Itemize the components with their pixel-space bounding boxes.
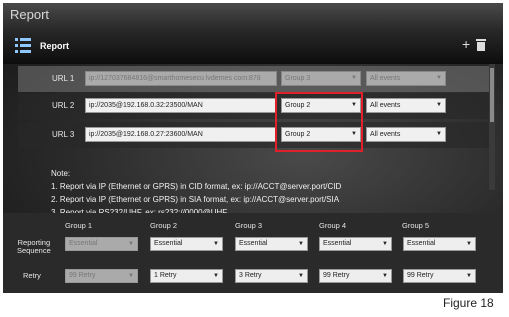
sequence-select-group-1[interactable]: Essential ▼ bbox=[65, 237, 138, 251]
reporting-sequence-label: Reporting Sequence bbox=[17, 239, 51, 255]
retry-select-group-1[interactable]: 99 Retry ▼ bbox=[65, 269, 138, 283]
sequence-select-group-2[interactable]: Essential ▼ bbox=[150, 237, 223, 251]
url-3-events-value: All events bbox=[370, 131, 401, 138]
url-2-input[interactable]: ip://2035@192.168.0.32:23500/MAN bbox=[85, 98, 277, 113]
chevron-down-icon: ▼ bbox=[298, 241, 304, 247]
chevron-down-icon: ▼ bbox=[382, 241, 388, 247]
retry-label: Retry bbox=[23, 271, 41, 280]
figure-caption: Figure 18 bbox=[443, 296, 494, 310]
sequence-value-4: Essential bbox=[323, 240, 352, 247]
chevron-down-icon: ▼ bbox=[351, 75, 357, 81]
sequence-select-group-4[interactable]: Essential ▼ bbox=[319, 237, 392, 251]
chevron-down-icon: ▼ bbox=[213, 273, 219, 279]
window-title: Report bbox=[10, 7, 50, 22]
sequence-value-1: Essential bbox=[69, 240, 98, 247]
url-2-label: URL 2 bbox=[52, 101, 75, 110]
url-1-group-value: Group 3 bbox=[285, 75, 311, 82]
notes-block: Note: 1. Report via IP (Ethernet or GPRS… bbox=[51, 167, 341, 219]
sequence-value-2: Essential bbox=[154, 240, 183, 247]
report-window: Report Report + URL 1 ip://127037684816@… bbox=[3, 3, 503, 293]
retry-select-group-5[interactable]: 99 Retry ▼ bbox=[403, 269, 476, 283]
chevron-down-icon: ▼ bbox=[213, 241, 219, 247]
sequence-value-3: Essential bbox=[239, 240, 268, 247]
scrollbar[interactable] bbox=[489, 64, 495, 190]
chevron-down-icon: ▼ bbox=[436, 75, 442, 81]
title-bar: Report bbox=[3, 3, 503, 28]
reporting-label-line-2: Sequence bbox=[17, 246, 51, 255]
url-1-input[interactable]: ip://127037684816@smarthomesecu lvdemes … bbox=[85, 71, 277, 86]
notes-title: Note: bbox=[51, 169, 71, 178]
group-header-4: Group 4 bbox=[319, 221, 347, 230]
retry-select-group-2[interactable]: 1 Retry ▼ bbox=[150, 269, 223, 283]
url-3-input[interactable]: ip://2035@192.168.0.27:23600/MAN bbox=[85, 127, 277, 142]
report-header: Report + bbox=[3, 28, 503, 64]
url-3-label: URL 3 bbox=[52, 130, 75, 139]
url-row-1: URL 1 ip://127037684816@smarthomesecu lv… bbox=[18, 66, 489, 92]
group-header-2: Group 2 bbox=[150, 221, 178, 230]
chevron-down-icon: ▼ bbox=[128, 273, 134, 279]
chevron-down-icon: ▼ bbox=[382, 273, 388, 279]
url-1-label: URL 1 bbox=[52, 74, 75, 83]
url-3-events-select[interactable]: All events ▼ bbox=[366, 127, 446, 142]
chevron-down-icon: ▼ bbox=[128, 241, 134, 247]
note-line-2: 2. Report via IP (Ethernet or GPRS) in S… bbox=[51, 195, 340, 204]
url-row-3: URL 3 ip://2035@192.168.0.27:23600/MAN G… bbox=[18, 122, 489, 148]
group-header-1: Group 1 bbox=[65, 221, 93, 230]
url-row-2: URL 2 ip://2035@192.168.0.32:23500/MAN G… bbox=[18, 93, 489, 119]
url-1-group-select[interactable]: Group 3 ▼ bbox=[281, 71, 361, 86]
retry-value-1: 99 Retry bbox=[69, 272, 96, 279]
retry-value-5: 99 Retry bbox=[407, 272, 434, 279]
header-title: Report bbox=[40, 41, 69, 51]
url-1-events-value: All events bbox=[370, 75, 401, 82]
chevron-down-icon: ▼ bbox=[436, 102, 442, 108]
list-icon bbox=[15, 38, 31, 53]
retry-select-group-3[interactable]: 3 Retry ▼ bbox=[235, 269, 308, 283]
url-2-events-value: All events bbox=[370, 102, 401, 109]
chevron-down-icon: ▼ bbox=[466, 241, 472, 247]
scrollbar-thumb[interactable] bbox=[490, 68, 494, 122]
chevron-down-icon: ▼ bbox=[298, 273, 304, 279]
url-1-events-select[interactable]: All events ▼ bbox=[366, 71, 446, 86]
retry-value-3: 3 Retry bbox=[239, 272, 262, 279]
note-line-1: 1. Report via IP (Ethernet or GPRS) in C… bbox=[51, 182, 342, 191]
chevron-down-icon: ▼ bbox=[466, 273, 472, 279]
groups-panel: Group 1 Group 2 Group 3 Group 4 Group 5 … bbox=[3, 213, 503, 293]
retry-select-group-4[interactable]: 99 Retry ▼ bbox=[319, 269, 392, 283]
sequence-select-group-3[interactable]: Essential ▼ bbox=[235, 237, 308, 251]
add-icon[interactable]: + bbox=[462, 36, 470, 52]
highlight-box bbox=[275, 92, 363, 152]
sequence-select-group-5[interactable]: Essential ▼ bbox=[403, 237, 476, 251]
sequence-value-5: Essential bbox=[407, 240, 436, 247]
trash-icon[interactable] bbox=[476, 39, 486, 51]
url-2-events-select[interactable]: All events ▼ bbox=[366, 98, 446, 113]
retry-value-4: 99 Retry bbox=[323, 272, 350, 279]
group-header-5: Group 5 bbox=[402, 221, 430, 230]
group-header-3: Group 3 bbox=[235, 221, 263, 230]
chevron-down-icon: ▼ bbox=[436, 131, 442, 137]
retry-value-2: 1 Retry bbox=[154, 272, 177, 279]
